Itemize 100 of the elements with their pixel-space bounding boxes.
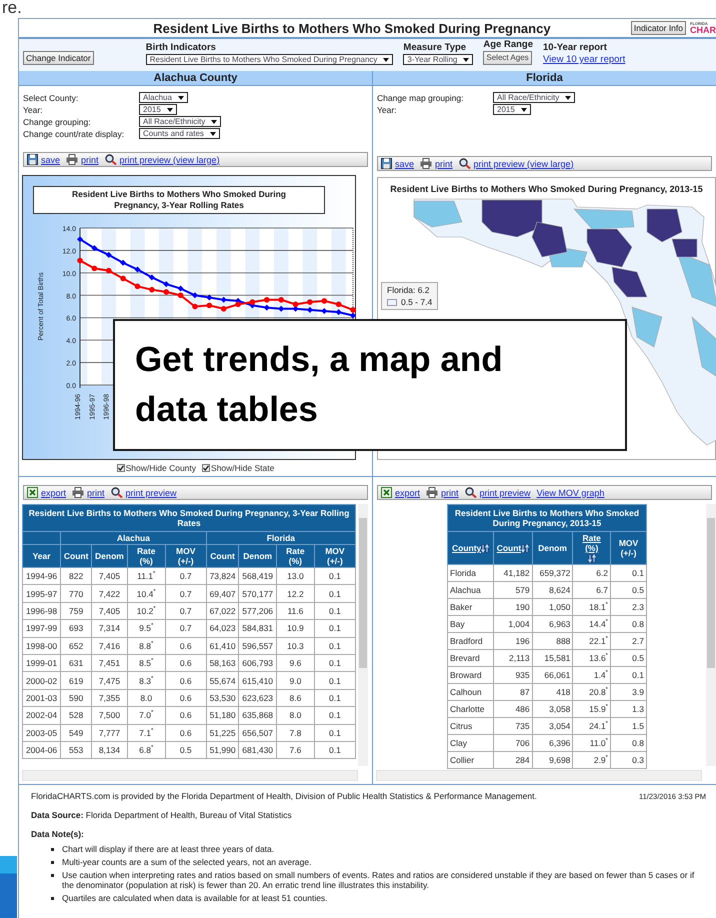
table-cell: Calhoun	[448, 684, 494, 701]
dropdown[interactable]: 3-Year Rolling	[403, 54, 474, 65]
table-cell: 935	[494, 666, 532, 684]
sort-link[interactable]: Rate (%)	[575, 533, 608, 553]
toolbar-link[interactable]: print preview (view large)	[474, 158, 574, 168]
table-cell: 1997-99	[22, 620, 61, 638]
table-cell: 553	[60, 741, 92, 759]
legend-label: 0.5 - 7.4	[401, 297, 432, 307]
column-header: Count	[206, 544, 239, 568]
table-cell: 1999-01	[22, 654, 61, 672]
table-cell: 8.0	[276, 706, 314, 724]
table-cell: 0.3	[610, 752, 646, 769]
table-cell: 7,405	[92, 568, 128, 585]
report-link[interactable]: View 10 year report	[543, 54, 626, 65]
table-cell: 196	[494, 632, 532, 650]
table-cell: 10.9	[276, 620, 314, 638]
column-header: Denom	[92, 544, 128, 568]
toolbar-link[interactable]: save	[395, 158, 414, 168]
table-cell: 53,530	[206, 689, 239, 707]
table-cell: 13.0	[276, 568, 314, 585]
toolbar-link[interactable]: print	[87, 488, 105, 498]
table-cell: Bay	[448, 616, 494, 633]
table-cell: 0.6	[165, 672, 206, 690]
table-cell: 11.6	[276, 602, 314, 620]
toolbar-link[interactable]: print	[435, 158, 453, 168]
table-cell: 693	[60, 620, 92, 638]
table-cell: 1994-96	[22, 568, 61, 585]
table-cell: 0.7	[165, 568, 206, 585]
toolbar-link[interactable]: export	[41, 488, 66, 498]
table-cell: 606,793	[238, 654, 276, 672]
table-cell: 6.8$^{*}$	[127, 741, 166, 759]
table-cell: 822	[60, 568, 92, 585]
table-cell: 8.6	[276, 689, 314, 707]
notes-heading: Data Note(s):	[31, 829, 85, 839]
table-cell: 659,372	[532, 564, 573, 582]
table-cell: 6,396	[532, 734, 573, 752]
dropdown[interactable]: Alachua	[139, 92, 188, 103]
table-cell: 652	[60, 637, 92, 654]
dropdown[interactable]: 2015	[493, 104, 531, 115]
toolbar-link[interactable]: print	[81, 154, 99, 164]
note-text: Chart will display if there are at least three years of data.	[62, 844, 274, 854]
column-group-header: Alachua	[60, 532, 206, 544]
toolbar-link[interactable]: print preview (view large)	[120, 154, 220, 164]
table-cell: 3.9	[610, 684, 646, 701]
table-cell: 568,419	[238, 568, 276, 585]
toolbar-link[interactable]: print preview	[480, 488, 531, 498]
table-cell: 9.5$^{*}$	[127, 620, 166, 638]
dropdown[interactable]: All Race/Ethnicity	[139, 116, 222, 127]
table-cell: 51,225	[206, 724, 239, 742]
table-cell: 7.0$^{*}$	[127, 706, 166, 724]
table-cell: 284	[494, 752, 532, 769]
table-cell: 2004-06	[22, 741, 61, 759]
toolbar-link[interactable]: print preview	[126, 488, 177, 498]
table-cell: 9.0	[276, 672, 314, 690]
table-cell: 7,422	[92, 584, 128, 602]
indicator-info-button[interactable]: Indicator Info	[630, 21, 686, 35]
chart-title: Resident Live Births to Mothers Who Smoked During Pregnancy, 3-Year Rolling Rates	[33, 186, 325, 214]
table-cell: 0.1	[314, 672, 356, 690]
table-cell: Collier	[448, 752, 494, 769]
table-cell: 528	[60, 706, 92, 724]
table-cell: Broward	[448, 666, 494, 684]
table-cell: 7,405	[92, 602, 128, 620]
column-header: Count	[60, 544, 92, 568]
panel-heading: Alachua County	[19, 71, 372, 86]
change-indicator-button[interactable]: Change Indicator	[23, 51, 94, 65]
toolbar-link[interactable]: save	[41, 154, 60, 164]
table-cell: 577,206	[238, 602, 276, 620]
column-header: Rate (%)	[276, 544, 314, 568]
table-cell: 1,004	[494, 616, 532, 633]
table-cell: 58,163	[206, 654, 239, 672]
sort-link[interactable]: Count	[496, 543, 522, 553]
sort-link[interactable]: County	[452, 543, 482, 553]
table-cell: 8,624	[532, 582, 573, 599]
table-cell: 0.6	[165, 689, 206, 707]
table-cell: 7,416	[92, 637, 128, 654]
table-cell: 759	[60, 602, 92, 620]
table-cell: 9.6	[276, 654, 314, 672]
table-cell: 0.7	[165, 620, 206, 638]
dropdown[interactable]: All Race/Ethnicity	[493, 92, 576, 103]
column-group-header: Florida	[206, 532, 356, 544]
table-cell: 681,430	[238, 741, 276, 759]
table-cell: 615,410	[238, 672, 276, 690]
table-cell: 0.1	[314, 637, 356, 654]
table-cell: 15,581	[532, 650, 573, 667]
table-cell: 1,050	[532, 598, 573, 616]
dropdown[interactable]: Resident Live Births to Mothers Who Smoked During Pregnancy	[146, 54, 394, 65]
toolbar-link[interactable]: View MOV graph	[536, 488, 604, 498]
dropdown[interactable]: Counts and rates	[139, 128, 220, 139]
select-button[interactable]: Select Ages	[483, 51, 532, 65]
toolbar-link[interactable]: export	[395, 488, 420, 498]
table-cell: 64,023	[206, 620, 239, 638]
table-cell: 656,507	[238, 724, 276, 742]
table-cell: 8.0	[127, 689, 166, 707]
column-header: MOV (+/-)	[610, 532, 646, 565]
table-cell: 13.6$^{*}$	[572, 650, 611, 667]
table-cell: 7.8	[276, 724, 314, 742]
toolbar-link[interactable]: print	[441, 488, 459, 498]
legend-title: Florida: 6.2	[387, 285, 431, 295]
table-cell: 2,113	[494, 650, 532, 667]
dropdown[interactable]: 2015	[139, 104, 177, 115]
